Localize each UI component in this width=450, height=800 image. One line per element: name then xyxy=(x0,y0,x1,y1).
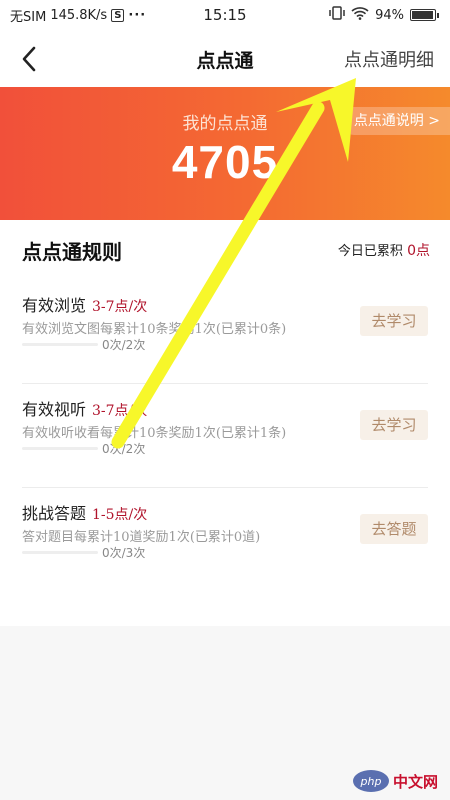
today-label: 今日已累积 xyxy=(337,244,403,259)
rule-progress-text: 0次/2次 xyxy=(102,338,146,352)
rules-card: 点点通规则 今日已累积 0点 有效浏览 3-7点/次 有效浏览文图每累计10条奖励… xyxy=(0,220,450,626)
carrier-label: 无SIM xyxy=(10,9,47,25)
points-detail-link[interactable]: 点点通明细 xyxy=(344,46,434,72)
today-accumulated: 今日已累积 0点 xyxy=(338,240,430,260)
rule-item-browse: 有效浏览 3-7点/次 有效浏览文图每累计10条奖励1次(已累计0条) 0次/2次… xyxy=(0,280,450,384)
watermark: php 中文网 xyxy=(352,770,438,792)
rule-name-text: 有效视听 xyxy=(22,400,87,419)
rule-progress-bar xyxy=(22,447,98,450)
points-explain-link[interactable]: 点点通说明 > xyxy=(339,107,450,135)
points-banner: 我的点点通 4705 点点通说明 > xyxy=(0,87,450,220)
rule-name-text: 挑战答题 xyxy=(22,504,87,523)
more-notifications-icon: ··· xyxy=(128,7,147,23)
rule-name: 有效浏览 3-7点/次 xyxy=(22,292,147,316)
status-left: 无SIM 145.8K/s S ··· xyxy=(10,6,146,25)
rule-progress-text: 0次/2次 xyxy=(102,442,146,456)
go-learn-button[interactable]: 去学习 xyxy=(360,410,428,440)
go-learn-button[interactable]: 去学习 xyxy=(360,306,428,336)
rule-description: 有效浏览文图每累计10条奖励1次(已累计0条) xyxy=(22,322,287,337)
rule-name: 挑战答题 1-5点/次 xyxy=(22,500,147,524)
status-bar: 无SIM 145.8K/s S ··· 15:15 94% xyxy=(0,0,450,30)
wifi-icon xyxy=(351,6,369,24)
battery-percent: 94% xyxy=(375,7,404,23)
rule-name: 有效视听 3-7点/次 xyxy=(22,396,147,420)
rule-progress-bar xyxy=(22,551,98,554)
today-value: 0点 xyxy=(407,243,430,259)
rule-points: 1-5点/次 xyxy=(92,507,148,523)
rule-points: 3-7点/次 xyxy=(92,403,148,419)
rule-item-listen: 有效视听 3-7点/次 有效收听收看每累计10条奖励1次(已累计1条) 0次/2次… xyxy=(0,384,450,488)
go-answer-button[interactable]: 去答题 xyxy=(360,514,428,544)
rule-description: 答对题目每累计10道奖励1次(已累计0道) xyxy=(22,530,261,545)
battery-icon xyxy=(410,9,439,21)
rules-header: 点点通规则 今日已累积 0点 xyxy=(0,220,450,280)
rule-progress-text: 0次/3次 xyxy=(102,546,146,560)
rule-name-text: 有效浏览 xyxy=(22,296,87,315)
rule-points: 3-7点/次 xyxy=(92,299,148,315)
status-right: 94% xyxy=(329,6,439,24)
rule-item-quiz: 挑战答题 1-5点/次 答对题目每累计10道奖励1次(已累计0道) 0次/3次 去… xyxy=(0,488,450,592)
php-logo: php xyxy=(352,770,389,792)
nav-bar: 点点通 点点通明细 xyxy=(0,30,450,87)
points-total: 4705 xyxy=(171,136,279,188)
watermark-text: 中文网 xyxy=(392,772,438,791)
rule-description: 有效收听收看每累计10条奖励1次(已累计1条) xyxy=(22,426,287,441)
vibrate-icon xyxy=(329,6,345,24)
rule-progress-bar xyxy=(22,343,98,346)
rules-title: 点点通规则 xyxy=(22,240,122,264)
sim-icon: S xyxy=(111,8,125,22)
network-speed: 145.8K/s xyxy=(50,7,108,23)
